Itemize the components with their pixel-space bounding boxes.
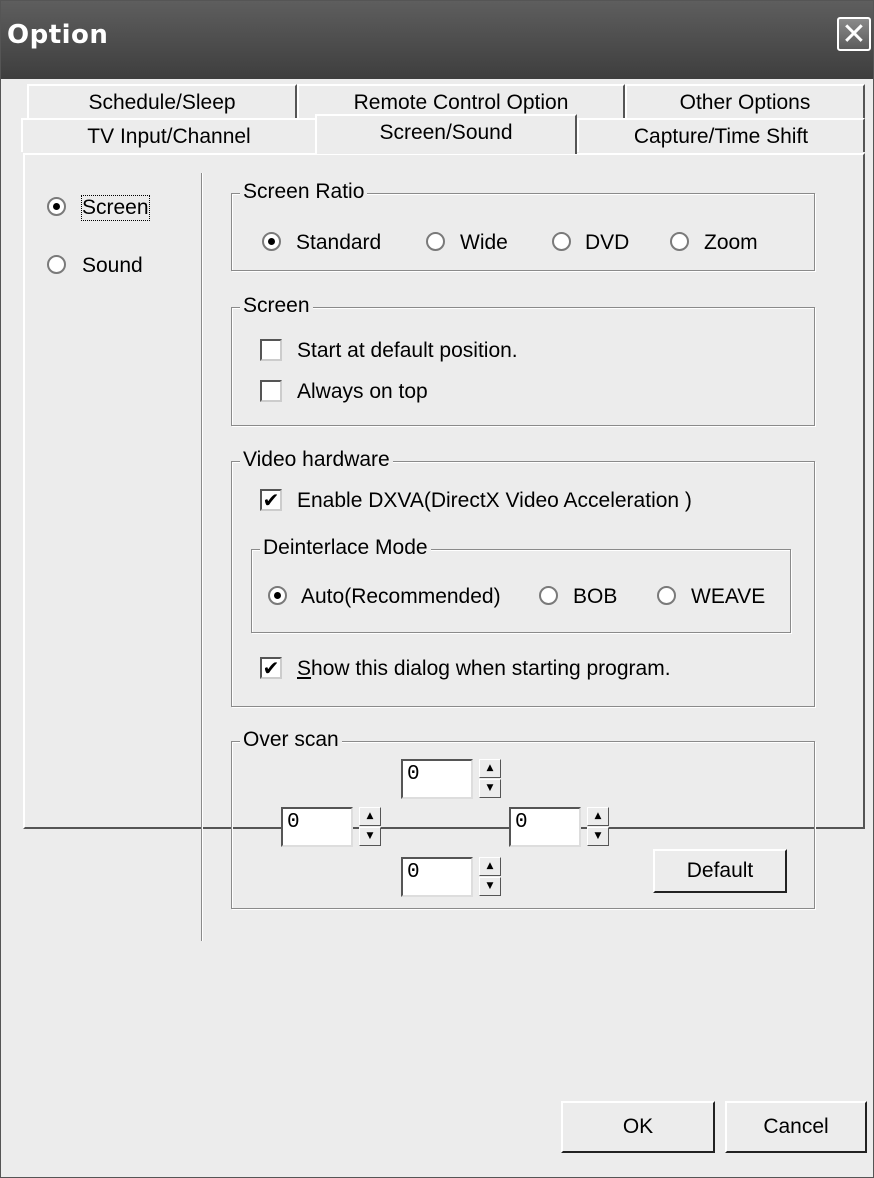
ratio-wide-radio[interactable]: [426, 232, 445, 251]
ratio-wide-label[interactable]: Wide: [460, 231, 508, 255]
tab-schedule-sleep[interactable]: Schedule/Sleep: [27, 84, 297, 118]
always-on-top-checkbox[interactable]: [260, 380, 282, 402]
deinterlace-bob-label[interactable]: BOB: [573, 585, 617, 609]
sidebar-divider: [201, 173, 202, 941]
start-default-position-label[interactable]: Start at default position.: [297, 339, 518, 363]
deinterlace-bob-radio[interactable]: [539, 586, 558, 605]
spin-up-icon: ▲: [594, 811, 602, 821]
video-hardware-legend: Video hardware: [240, 448, 393, 472]
deinterlace-auto-label[interactable]: Auto(Recommended): [301, 585, 501, 609]
show-dialog-label[interactable]: Show this dialog when starting program.: [297, 657, 671, 681]
ok-button[interactable]: OK: [561, 1101, 715, 1153]
enable-dxva-label[interactable]: Enable DXVA(DirectX Video Acceleration ): [297, 489, 692, 513]
ratio-standard-radio[interactable]: [262, 232, 281, 251]
show-dialog-checkbox[interactable]: ✔: [260, 657, 282, 679]
spin-up-icon: ▲: [366, 811, 374, 821]
tab-tv-input-channel[interactable]: TV Input/Channel: [21, 118, 317, 152]
show-dialog-text: how this dialog when starting program.: [311, 657, 671, 680]
over-scan-bottom-spinner: ▲ ▼: [479, 857, 501, 897]
start-default-position-checkbox[interactable]: [260, 339, 282, 361]
tab-label: Screen/Sound: [379, 121, 513, 144]
over-scan-legend: Over scan: [240, 728, 342, 752]
always-on-top-label[interactable]: Always on top: [297, 380, 428, 404]
tab-label: Remote Control Option: [353, 91, 569, 114]
spin-down-icon: ▼: [486, 783, 494, 793]
sidebar-screen-radio[interactable]: [47, 197, 66, 216]
ratio-zoom-label[interactable]: Zoom: [704, 231, 758, 255]
ratio-dvd-label[interactable]: DVD: [585, 231, 629, 255]
over-scan-left-input[interactable]: 0: [281, 807, 353, 847]
spin-up-button[interactable]: ▲: [479, 759, 501, 778]
title-bar: Option ✕: [1, 1, 873, 79]
close-button[interactable]: ✕: [837, 17, 871, 51]
check-icon: ✔: [262, 488, 280, 512]
show-dialog-mnemonic: S: [297, 657, 312, 680]
screen-legend: Screen: [240, 294, 313, 318]
deinterlace-weave-radio[interactable]: [657, 586, 676, 605]
spin-up-button[interactable]: ▲: [479, 857, 501, 876]
sidebar-item-screen[interactable]: Screen: [81, 195, 150, 221]
over-scan-top-spinner: ▲ ▼: [479, 759, 501, 799]
ratio-zoom-radio[interactable]: [670, 232, 689, 251]
spin-down-button[interactable]: ▼: [479, 877, 501, 896]
spin-down-button[interactable]: ▼: [587, 827, 609, 846]
tab-other-options[interactable]: Other Options: [625, 84, 865, 118]
spin-down-icon: ▼: [594, 831, 602, 841]
spin-down-icon: ▼: [486, 881, 494, 891]
window-title: Option: [7, 20, 109, 50]
tab-screen-sound[interactable]: Screen/Sound: [315, 114, 577, 154]
over-scan-top-input[interactable]: 0: [401, 759, 473, 799]
spin-up-icon: ▲: [486, 861, 494, 871]
over-scan-right-spinner: ▲ ▼: [587, 807, 609, 847]
option-dialog: Option ✕ Schedule/Sleep Remote Control O…: [0, 0, 874, 1178]
tab-label: Capture/Time Shift: [633, 125, 809, 148]
screen-ratio-legend: Screen Ratio: [240, 180, 368, 204]
over-scan-left-spinner: ▲ ▼: [359, 807, 381, 847]
spin-up-button[interactable]: ▲: [587, 807, 609, 826]
enable-dxva-checkbox[interactable]: ✔: [260, 489, 282, 511]
tab-label: TV Input/Channel: [87, 125, 251, 148]
spin-up-icon: ▲: [486, 763, 494, 773]
tab-capture-time-shift[interactable]: Capture/Time Shift: [577, 118, 865, 152]
spin-down-icon: ▼: [366, 831, 374, 841]
tab-label: Schedule/Sleep: [88, 91, 236, 114]
deinterlace-mode-legend: Deinterlace Mode: [260, 536, 431, 560]
ratio-standard-label[interactable]: Standard: [296, 231, 381, 255]
screen-group: Screen: [231, 294, 815, 426]
check-icon: ✔: [262, 656, 280, 680]
tab-label: Other Options: [679, 91, 811, 114]
sidebar-item-sound[interactable]: Sound: [82, 254, 143, 278]
over-scan-right-input[interactable]: 0: [509, 807, 581, 847]
spin-down-button[interactable]: ▼: [359, 827, 381, 846]
deinterlace-auto-radio[interactable]: [268, 586, 287, 605]
spin-down-button[interactable]: ▼: [479, 779, 501, 798]
close-icon: ✕: [841, 17, 867, 52]
cancel-button[interactable]: Cancel: [725, 1101, 867, 1153]
default-button[interactable]: Default: [653, 849, 787, 893]
tab-remote-control-option[interactable]: Remote Control Option: [297, 84, 625, 118]
sidebar-sound-radio[interactable]: [47, 255, 66, 274]
spin-up-button[interactable]: ▲: [359, 807, 381, 826]
over-scan-bottom-input[interactable]: 0: [401, 857, 473, 897]
deinterlace-weave-label[interactable]: WEAVE: [691, 585, 765, 609]
ratio-dvd-radio[interactable]: [552, 232, 571, 251]
